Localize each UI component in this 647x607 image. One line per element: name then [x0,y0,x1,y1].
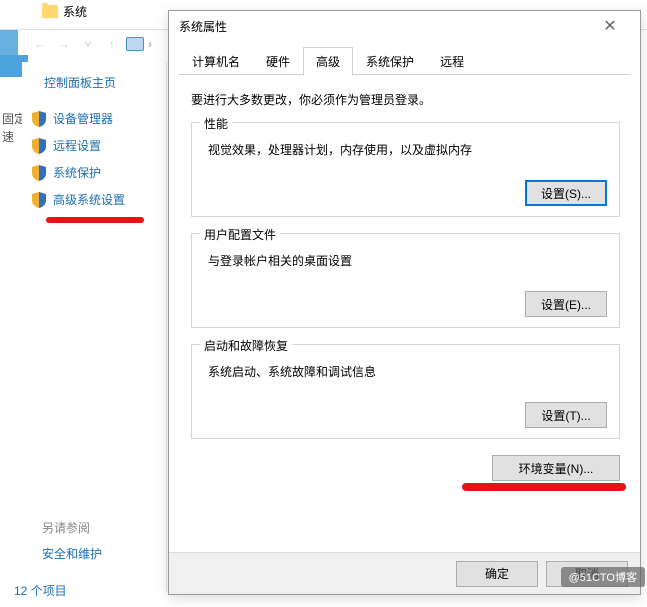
shield-icon [32,192,46,208]
group-desc: 系统启动、系统故障和调试信息 [208,363,607,380]
environment-variables-button[interactable]: 环境变量(N)... [492,455,620,481]
watermark: @51CTO博客 [561,567,645,587]
advanced-system-settings-link[interactable]: 高级系统设置 [22,186,166,213]
dropdown-icon[interactable]: ˅ [78,34,98,54]
folder-title: 系统 [42,3,87,20]
dialog-titlebar: 系统属性 ✕ [169,11,640,41]
startup-recovery-group: 启动和故障恢复 系统启动、系统故障和调试信息 设置(T)... [191,344,620,439]
shield-icon [32,138,46,154]
tab-remote[interactable]: 远程 [427,47,477,75]
group-desc: 与登录帐户相关的桌面设置 [208,252,607,269]
user-profiles-settings-button[interactable]: 设置(E)... [525,291,607,317]
remote-settings-link[interactable]: 远程设置 [22,132,166,159]
up-arrow-icon[interactable]: ↑ [102,34,122,54]
startup-recovery-settings-button[interactable]: 设置(T)... [525,402,607,428]
admin-note: 要进行大多数更改，你必须作为管理员登录。 [191,91,620,108]
forward-arrow-icon: → [54,34,74,54]
system-properties-dialog: 系统属性 ✕ 计算机名 硬件 高级 系统保护 远程 要进行大多数更改，你必须作为… [168,10,641,595]
breadcrumb-chevron-icon[interactable]: › [148,37,152,51]
nav-toolbar: ← → ˅ ↑ › [30,34,152,54]
back-arrow-icon[interactable]: ← [30,34,50,54]
shield-icon [32,165,46,181]
annotation-underline [462,483,626,491]
control-panel-home-link[interactable]: 控制面板主页 [22,68,166,105]
quick-label: 速 [2,128,14,145]
tab-system-protection[interactable]: 系统保护 [353,47,427,75]
tab-advanced[interactable]: 高级 [303,47,353,76]
see-also-label: 另请参阅 [42,519,90,536]
link-label: 远程设置 [53,137,101,154]
link-label: 系统保护 [53,164,101,181]
link-label: 高级系统设置 [53,191,125,208]
monitor-icon [126,37,144,51]
performance-group: 性能 视觉效果，处理器计划，内存使用，以及虚拟内存 设置(S)... [191,122,620,217]
shield-icon [32,111,46,127]
tab-hardware[interactable]: 硬件 [253,47,303,75]
group-desc: 视觉效果，处理器计划，内存使用，以及虚拟内存 [208,141,607,158]
file-tab-strip [0,30,18,55]
security-maintenance-link[interactable]: 安全和维护 [42,545,102,562]
tab-computer-name[interactable]: 计算机名 [179,47,253,75]
close-icon[interactable]: ✕ [590,12,630,40]
ok-button[interactable]: 确定 [456,561,538,587]
control-panel-sidebar: 控制面板主页 设备管理器 远程设置 系统保护 高级系统设置 另请参阅 安全和维护 [22,62,167,592]
group-title: 性能 [200,115,232,132]
folder-icon [42,5,58,18]
folder-label: 系统 [63,3,87,20]
device-manager-link[interactable]: 设备管理器 [22,105,166,132]
annotation-underline [46,217,144,223]
user-profiles-group: 用户配置文件 与登录帐户相关的桌面设置 设置(E)... [191,233,620,328]
dialog-title: 系统属性 [179,18,590,35]
items-count: 12 个项目 [14,582,67,599]
tab-content-advanced: 要进行大多数更改，你必须作为管理员登录。 性能 视觉效果，处理器计划，内存使用，… [169,75,640,493]
tab-strip: 计算机名 硬件 高级 系统保护 远程 [169,41,640,75]
environment-variables-row: 环境变量(N)... [191,455,620,481]
performance-settings-button[interactable]: 设置(S)... [525,180,607,206]
link-label: 设备管理器 [53,110,113,127]
system-protection-link[interactable]: 系统保护 [22,159,166,186]
group-title: 启动和故障恢复 [200,337,292,354]
group-title: 用户配置文件 [200,226,280,243]
